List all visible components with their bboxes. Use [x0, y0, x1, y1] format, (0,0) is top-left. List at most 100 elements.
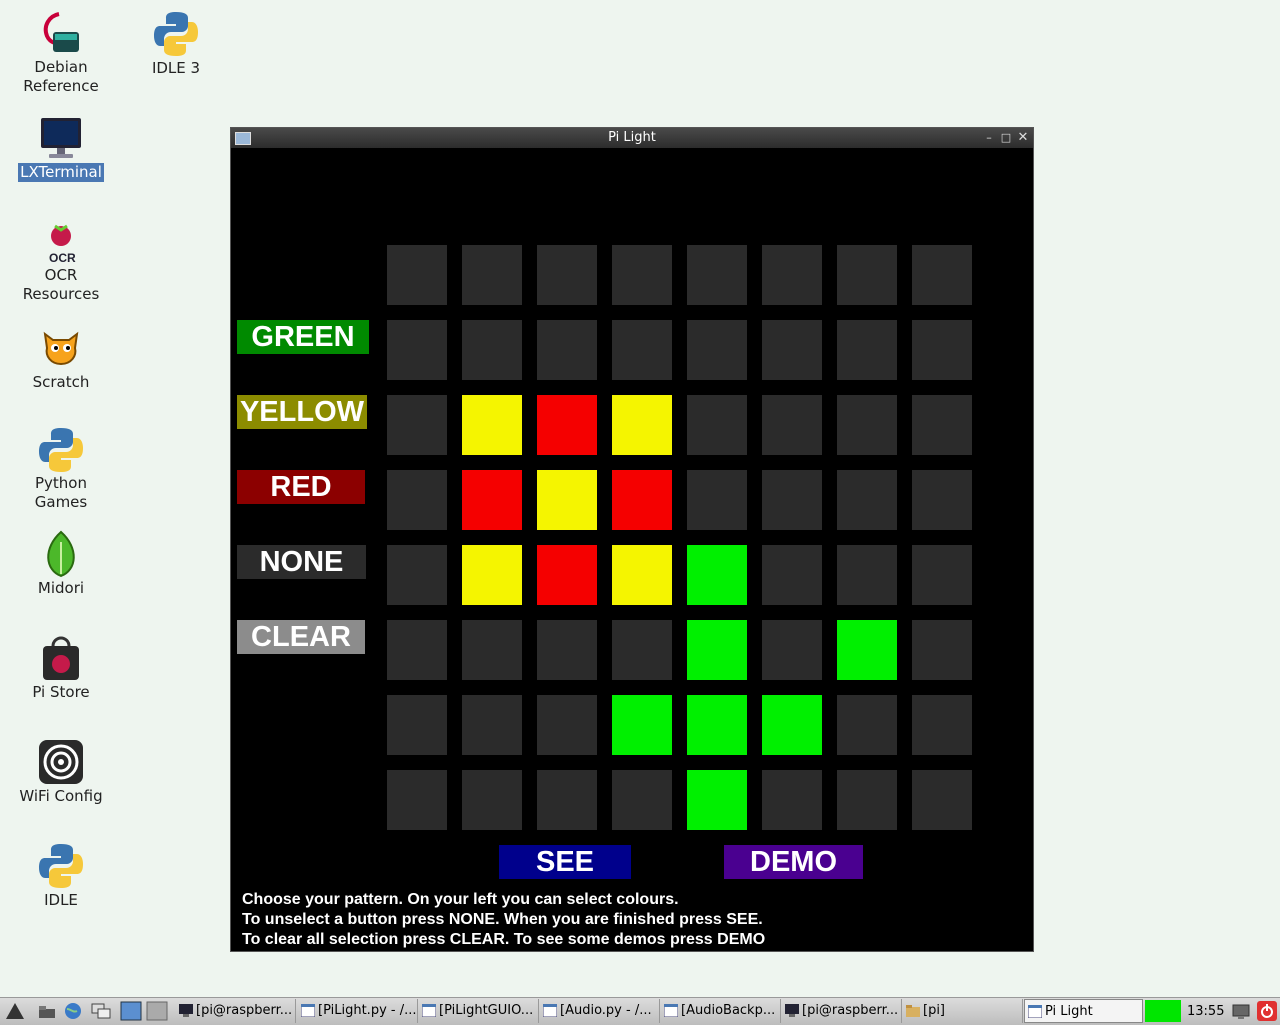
screen-lock-icon[interactable]: [1230, 1001, 1252, 1021]
led-cell-r6-c8[interactable]: [912, 620, 972, 680]
led-cell-r1-c2[interactable]: [462, 245, 522, 305]
led-cell-r5-c5[interactable]: [687, 545, 747, 605]
taskbar-item-pi-light[interactable]: Pi Light: [1024, 999, 1143, 1023]
led-cell-r4-c8[interactable]: [912, 470, 972, 530]
green-button[interactable]: GREEN: [237, 320, 369, 354]
led-cell-r5-c3[interactable]: [537, 545, 597, 605]
desktop-icon-scratch[interactable]: Scratch: [6, 324, 116, 392]
led-cell-r3-c8[interactable]: [912, 395, 972, 455]
led-cell-r7-c7[interactable]: [837, 695, 897, 755]
led-cell-r1-c6[interactable]: [762, 245, 822, 305]
led-cell-r6-c5[interactable]: [687, 620, 747, 680]
windows-switcher-icon[interactable]: [90, 1001, 112, 1021]
led-cell-r2-c4[interactable]: [612, 320, 672, 380]
led-cell-r7-c5[interactable]: [687, 695, 747, 755]
led-cell-r5-c6[interactable]: [762, 545, 822, 605]
led-cell-r3-c7[interactable]: [837, 395, 897, 455]
desktop-icon-pi-store[interactable]: Pi Store: [6, 634, 116, 702]
led-cell-r5-c1[interactable]: [387, 545, 447, 605]
taskbar-item-audiobackp[interactable]: [AudioBackp...: [661, 999, 781, 1023]
led-cell-r6-c3[interactable]: [537, 620, 597, 680]
none-button[interactable]: NONE: [237, 545, 366, 579]
taskbar-item-pilightguio[interactable]: [PiLightGUIO...: [419, 999, 539, 1023]
led-cell-r4-c6[interactable]: [762, 470, 822, 530]
led-cell-r5-c4[interactable]: [612, 545, 672, 605]
minimize-button[interactable]: –: [981, 128, 997, 148]
led-cell-r1-c5[interactable]: [687, 245, 747, 305]
file-manager-icon[interactable]: [36, 1001, 58, 1021]
demo-button[interactable]: DEMO: [724, 845, 863, 879]
led-cell-r2-c1[interactable]: [387, 320, 447, 380]
led-cell-r1-c4[interactable]: [612, 245, 672, 305]
led-cell-r2-c7[interactable]: [837, 320, 897, 380]
desktop-pager-active-icon[interactable]: [120, 1001, 142, 1021]
led-cell-r5-c7[interactable]: [837, 545, 897, 605]
led-cell-r8-c5[interactable]: [687, 770, 747, 830]
window-titlebar[interactable]: Pi Light – □ ✕: [231, 128, 1033, 148]
led-cell-r3-c2[interactable]: [462, 395, 522, 455]
led-cell-r1-c7[interactable]: [837, 245, 897, 305]
led-cell-r3-c3[interactable]: [537, 395, 597, 455]
led-cell-r6-c4[interactable]: [612, 620, 672, 680]
taskbar-item-terminal[interactable]: [pi@raspberr...: [176, 999, 296, 1023]
red-button[interactable]: RED: [237, 470, 365, 504]
led-cell-r8-c1[interactable]: [387, 770, 447, 830]
close-button[interactable]: ✕: [1015, 128, 1031, 148]
taskbar-item-audio-py[interactable]: [Audio.py - /...: [540, 999, 660, 1023]
led-cell-r8-c4[interactable]: [612, 770, 672, 830]
taskbar-item-pilight-py[interactable]: [PiLight.py - /...: [298, 999, 418, 1023]
desktop-icon-ocr-resources[interactable]: OCR OCR Resources: [6, 218, 116, 304]
led-cell-r2-c2[interactable]: [462, 320, 522, 380]
led-cell-r3-c5[interactable]: [687, 395, 747, 455]
led-cell-r2-c6[interactable]: [762, 320, 822, 380]
desktop-icon-midori[interactable]: Midori: [6, 530, 116, 598]
led-cell-r2-c8[interactable]: [912, 320, 972, 380]
led-cell-r3-c6[interactable]: [762, 395, 822, 455]
yellow-button[interactable]: YELLOW: [237, 395, 367, 429]
maximize-button[interactable]: □: [998, 128, 1014, 148]
led-cell-r8-c6[interactable]: [762, 770, 822, 830]
desktop-icon-lxterminal[interactable]: LXTerminal: [6, 114, 116, 182]
led-cell-r7-c4[interactable]: [612, 695, 672, 755]
led-cell-r4-c1[interactable]: [387, 470, 447, 530]
led-cell-r7-c8[interactable]: [912, 695, 972, 755]
see-button[interactable]: SEE: [499, 845, 631, 879]
menu-icon[interactable]: [4, 1001, 26, 1021]
led-cell-r7-c1[interactable]: [387, 695, 447, 755]
led-cell-r4-c4[interactable]: [612, 470, 672, 530]
led-cell-r1-c3[interactable]: [537, 245, 597, 305]
led-cell-r5-c2[interactable]: [462, 545, 522, 605]
desktop-icon-idle[interactable]: IDLE: [6, 842, 116, 910]
led-cell-r7-c6[interactable]: [762, 695, 822, 755]
desktop-pager-icon[interactable]: [146, 1001, 168, 1021]
led-cell-r6-c7[interactable]: [837, 620, 897, 680]
led-cell-r7-c3[interactable]: [537, 695, 597, 755]
led-cell-r2-c5[interactable]: [687, 320, 747, 380]
led-cell-r1-c1[interactable]: [387, 245, 447, 305]
led-cell-r4-c5[interactable]: [687, 470, 747, 530]
led-cell-r7-c2[interactable]: [462, 695, 522, 755]
led-cell-r4-c3[interactable]: [537, 470, 597, 530]
led-cell-r8-c7[interactable]: [837, 770, 897, 830]
led-cell-r8-c3[interactable]: [537, 770, 597, 830]
taskbar-item-terminal-2[interactable]: [pi@raspberr...: [782, 999, 902, 1023]
power-icon[interactable]: [1256, 1001, 1278, 1021]
desktop-icon-python-games[interactable]: Python Games: [6, 426, 116, 512]
led-cell-r8-c8[interactable]: [912, 770, 972, 830]
led-cell-r3-c4[interactable]: [612, 395, 672, 455]
desktop-icon-debian-reference[interactable]: Debian Reference: [6, 10, 116, 96]
browser-globe-icon[interactable]: [62, 1001, 84, 1021]
led-cell-r8-c2[interactable]: [462, 770, 522, 830]
led-cell-r6-c6[interactable]: [762, 620, 822, 680]
led-cell-r4-c2[interactable]: [462, 470, 522, 530]
led-cell-r4-c7[interactable]: [837, 470, 897, 530]
led-cell-r1-c8[interactable]: [912, 245, 972, 305]
clear-button[interactable]: CLEAR: [237, 620, 365, 654]
desktop-icon-wifi-config[interactable]: WiFi Config: [6, 738, 116, 806]
led-cell-r5-c8[interactable]: [912, 545, 972, 605]
led-cell-r6-c2[interactable]: [462, 620, 522, 680]
taskbar-item-pi-folder[interactable]: [pi]: [903, 999, 1023, 1023]
desktop-icon-idle3[interactable]: IDLE 3: [121, 10, 231, 78]
led-cell-r2-c3[interactable]: [537, 320, 597, 380]
led-cell-r3-c1[interactable]: [387, 395, 447, 455]
